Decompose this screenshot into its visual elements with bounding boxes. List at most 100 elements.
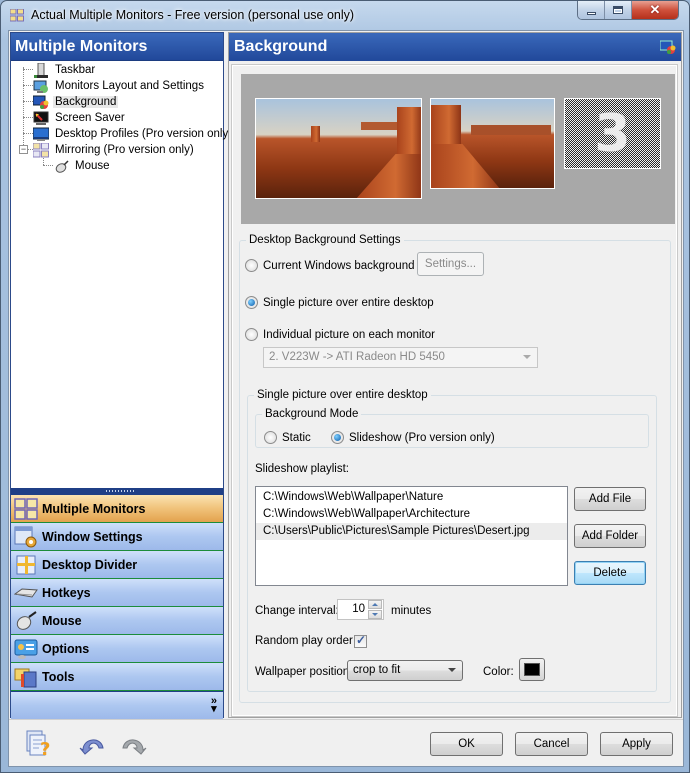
- playlist-item[interactable]: C:\Windows\Web\Wallpaper\Nature: [256, 489, 567, 506]
- tree-item-taskbar[interactable]: Taskbar: [33, 62, 97, 78]
- desert-wallpaper-image: [431, 99, 554, 188]
- background-icon: [660, 40, 676, 54]
- settings-button[interactable]: Settings...: [417, 252, 484, 276]
- cancel-button[interactable]: Cancel: [515, 732, 588, 756]
- tree-line: [23, 69, 33, 70]
- monitor-preview: 3: [241, 74, 675, 224]
- interval-value: 10: [352, 603, 365, 615]
- background-settings: 3 Desktop Background Settings Current Wi…: [231, 64, 678, 717]
- maximize-icon: [613, 6, 623, 14]
- spin-down-button[interactable]: [368, 610, 382, 619]
- radio-individual-picture[interactable]: Individual picture on each monitor: [245, 328, 435, 341]
- multiple-monitors-icon: [14, 497, 38, 520]
- nav-mouse[interactable]: Mouse: [11, 607, 223, 635]
- nav-options[interactable]: Options: [11, 635, 223, 663]
- random-order-label: Random play order: [255, 635, 353, 647]
- undo-icon[interactable]: [79, 730, 107, 756]
- desert-wallpaper-image: [256, 99, 421, 198]
- desktop-profiles-icon: [33, 127, 49, 141]
- wallpaper-position-label: Wallpaper position:: [255, 666, 353, 678]
- add-folder-button[interactable]: Add Folder: [574, 524, 646, 548]
- close-icon: ✕: [649, 2, 661, 17]
- apply-button[interactable]: Apply: [600, 732, 673, 756]
- random-order-checkbox[interactable]: [354, 633, 367, 648]
- tree-item-mirroring[interactable]: Mirroring (Pro version only): [33, 142, 196, 158]
- panel-header: Background: [229, 33, 681, 61]
- options-icon: [14, 639, 38, 659]
- settings-tree: − Taskbar Monitors Layout and Settings B…: [11, 61, 232, 488]
- collapse-toggle[interactable]: −: [19, 145, 28, 154]
- monitor-1-preview[interactable]: [255, 98, 422, 199]
- nav-tools[interactable]: Tools: [11, 663, 223, 691]
- title-bar[interactable]: Actual Multiple Monitors - Free version …: [1, 1, 689, 30]
- mouse-icon: [16, 610, 37, 630]
- chevron-down-icon: [448, 668, 456, 672]
- maximize-button[interactable]: [605, 1, 632, 19]
- interval-unit: minutes: [391, 605, 432, 617]
- sidebar: Multiple Monitors − Taskbar Monitors Lay…: [10, 32, 232, 719]
- monitor-2-preview[interactable]: [430, 98, 555, 189]
- tree-line: [23, 133, 33, 134]
- sidebar-splitter[interactable]: [11, 488, 223, 495]
- grip-icon: [106, 490, 134, 492]
- radio-current-windows-background[interactable]: Current Windows background: [245, 259, 415, 272]
- monitor-select[interactable]: 2. V223W -> ATI Radeon HD 5450: [263, 347, 538, 368]
- radio-indicator: [245, 328, 258, 341]
- add-file-button[interactable]: Add File: [574, 487, 646, 511]
- window-settings-icon: [14, 526, 37, 547]
- caption-buttons: ✕: [577, 1, 679, 20]
- color-label: Color:: [483, 666, 514, 678]
- chevron-down-icon: ▾: [211, 703, 217, 715]
- delete-button[interactable]: Delete: [574, 561, 646, 585]
- content-panel: Background 3 Desktop Background Settings…: [228, 32, 682, 718]
- minimize-button[interactable]: [578, 1, 605, 19]
- screen-saver-icon: [33, 111, 49, 125]
- playlist-item[interactable]: C:\Windows\Web\Wallpaper\Architecture: [256, 506, 567, 523]
- background-icon: [33, 95, 49, 109]
- client-area: Multiple Monitors − Taskbar Monitors Lay…: [8, 30, 684, 767]
- spin-up-button[interactable]: [368, 600, 382, 609]
- tree-line: [43, 165, 53, 166]
- monitor-number: 3: [594, 103, 631, 164]
- radio-single-picture[interactable]: Single picture over entire desktop: [245, 296, 434, 309]
- help-icon[interactable]: ?: [25, 730, 53, 756]
- tree-line: [23, 85, 33, 86]
- radio-static[interactable]: Static: [264, 431, 311, 444]
- window-title: Actual Multiple Monitors - Free version …: [31, 8, 355, 22]
- desktop-divider-icon: [16, 555, 36, 574]
- nav-desktop-divider[interactable]: Desktop Divider: [11, 551, 223, 579]
- tree-item-monitors-layout[interactable]: Monitors Layout and Settings: [33, 78, 206, 94]
- tree-item-background[interactable]: Background: [33, 94, 119, 110]
- radio-indicator: [331, 431, 344, 444]
- mirroring-icon: [33, 142, 49, 157]
- tree-line: [23, 101, 33, 102]
- playlist-item[interactable]: C:\Users\Public\Pictures\Sample Pictures…: [256, 523, 567, 540]
- tree-item-desktop-profiles[interactable]: Desktop Profiles (Pro version only): [33, 126, 234, 142]
- color-picker-button[interactable]: [519, 658, 545, 681]
- interval-label: Change interval:: [255, 605, 339, 617]
- wallpaper-position-select[interactable]: crop to fit: [347, 660, 463, 681]
- tree-line: [23, 117, 33, 118]
- tree-item-screen-saver[interactable]: Screen Saver: [33, 110, 127, 126]
- chevron-down-icon: [523, 355, 531, 359]
- tools-icon: [14, 668, 37, 687]
- tree-item-mouse[interactable]: Mouse: [53, 158, 112, 174]
- radio-slideshow[interactable]: Slideshow (Pro version only): [331, 431, 495, 444]
- ok-button[interactable]: OK: [430, 732, 503, 756]
- hotkeys-icon: [14, 587, 38, 598]
- nav-overflow-bar: » ▾: [11, 691, 223, 719]
- monitor-3-preview[interactable]: 3: [564, 98, 661, 169]
- slideshow-playlist[interactable]: C:\Windows\Web\Wallpaper\Nature C:\Windo…: [255, 486, 568, 586]
- close-button[interactable]: ✕: [632, 1, 678, 19]
- nav-window-settings[interactable]: Window Settings: [11, 523, 223, 551]
- svg-text:?: ?: [40, 739, 50, 756]
- nav-hotkeys[interactable]: Hotkeys: [11, 579, 223, 607]
- nav-multiple-monitors[interactable]: Multiple Monitors: [11, 495, 223, 523]
- mouse-icon: [55, 159, 69, 173]
- radio-indicator: [245, 259, 258, 272]
- more-nav-button[interactable]: » ▾: [211, 696, 217, 715]
- monitors-layout-icon: [33, 80, 48, 93]
- redo-icon[interactable]: [119, 730, 147, 756]
- interval-spinner[interactable]: 10: [337, 599, 384, 620]
- radio-indicator: [264, 431, 277, 444]
